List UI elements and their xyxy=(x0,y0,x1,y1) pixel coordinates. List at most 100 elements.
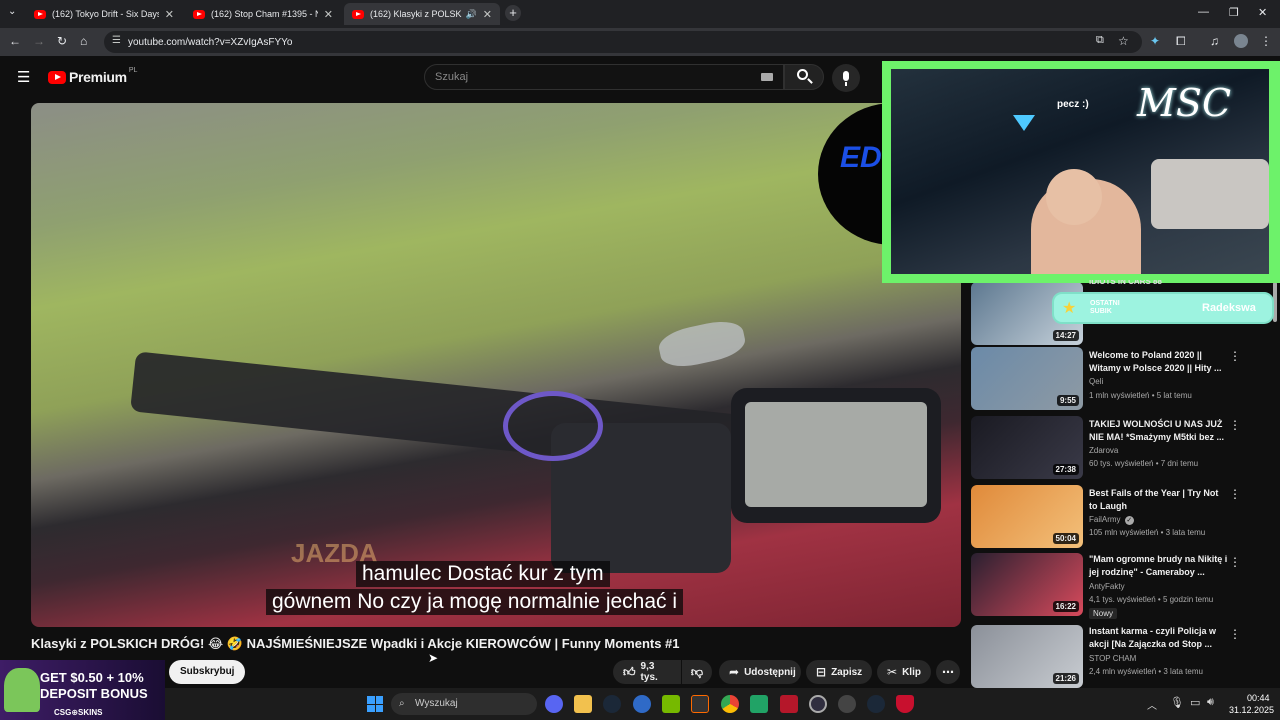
terminal-icon[interactable] xyxy=(691,695,709,713)
video-thumbnail[interactable]: 50:04 xyxy=(971,485,1083,548)
tab-klasyki[interactable]: (162) Klasyki z POLSKICH D 🔊 ✕ xyxy=(344,3,500,25)
subscribe-button[interactable]: Subskrybuj xyxy=(169,660,246,684)
dislike-button[interactable]: 👎︎ xyxy=(682,660,712,684)
channel-name[interactable]: STOP CHAM xyxy=(1089,654,1239,663)
video-player[interactable]: ED JAZ JAZDA hamulec Dostać kur z tym gó… xyxy=(31,103,961,627)
channel-name[interactable]: AntyFakty xyxy=(1089,582,1239,591)
channel-name[interactable]: Qeli xyxy=(1089,377,1239,386)
display-tray-icon[interactable]: ▭ xyxy=(1190,696,1200,709)
close-window-icon[interactable]: ✕ xyxy=(1258,6,1267,19)
duration-badge: 21:26 xyxy=(1052,673,1079,684)
discord-icon[interactable] xyxy=(545,695,563,713)
recommendation-item[interactable]: 16:22 "Mam ogromne brudy na Nikitę i jej… xyxy=(971,553,1271,619)
extensions-puzzle-icon[interactable]: ⧠ xyxy=(1176,34,1186,49)
suction-cup-shape xyxy=(503,391,603,461)
duration-badge: 16:22 xyxy=(1052,601,1079,612)
video-thumbnail[interactable]: 9:55 xyxy=(971,347,1083,410)
app-icon[interactable] xyxy=(633,695,651,713)
install-app-icon[interactable]: ⧉ xyxy=(1096,34,1104,47)
app-icon-2[interactable] xyxy=(838,695,856,713)
bookmark-star-icon[interactable]: ☆ xyxy=(1118,34,1129,48)
like-button[interactable]: 👍︎ 9,3 tys. xyxy=(613,660,681,684)
taskbar-search-placeholder: Wyszukaj xyxy=(415,698,458,709)
recommendation-item[interactable]: 9:55 Welcome to Poland 2020 || Witamy w … xyxy=(971,347,1271,411)
microphone-tray-icon[interactable]: 🎙︎ xyxy=(1170,696,1184,709)
profile-avatar[interactable] xyxy=(1234,34,1248,48)
close-tab-icon[interactable]: ✕ xyxy=(165,8,174,21)
more-options-icon[interactable]: ⋮ xyxy=(1229,418,1241,432)
video-meta: 1 mln wyświetleń • 5 lat temu xyxy=(1089,391,1192,400)
channel-name[interactable]: FailArmy ✓ xyxy=(1089,515,1239,525)
search-input[interactable]: Szukaj xyxy=(424,64,784,90)
back-icon[interactable]: ← xyxy=(9,34,21,48)
spreadsheet-icon[interactable] xyxy=(750,695,768,713)
recommendation-title[interactable]: Best Fails of the Year | Try Not to Laug… xyxy=(1089,487,1229,513)
tray-chevron-icon[interactable]: ︿ xyxy=(1147,697,1157,712)
forward-icon[interactable]: → xyxy=(33,34,45,48)
channel-name[interactable]: Zdarova xyxy=(1089,446,1239,455)
more-options-icon[interactable]: ⋮ xyxy=(1229,487,1241,501)
obs-icon[interactable] xyxy=(809,695,827,713)
clock-time[interactable]: 00:44 xyxy=(1247,693,1270,703)
more-options-icon[interactable]: ⋮ xyxy=(1229,555,1241,569)
media-control-icon[interactable]: ♫ xyxy=(1210,34,1219,48)
keyboard-icon[interactable] xyxy=(761,73,773,81)
lamp-shape xyxy=(1013,115,1035,131)
reload-icon[interactable]: ↻ xyxy=(57,34,67,48)
recommendation-title[interactable]: Welcome to Poland 2020 || Witamy w Polsc… xyxy=(1089,349,1229,375)
new-tab-icon[interactable]: + xyxy=(505,5,521,21)
clip-button[interactable]: ✂ Klip xyxy=(877,660,931,684)
video-thumbnail[interactable]: 21:26 xyxy=(971,625,1083,688)
search-button[interactable] xyxy=(784,64,824,90)
share-button[interactable]: ➦ Udostępnij xyxy=(719,660,801,684)
save-button[interactable]: ⊟ Zapisz xyxy=(806,660,872,684)
ad-banner[interactable]: GET $0.50 + 10% DEPOSIT BONUS CSG⊕SKINS xyxy=(0,660,165,720)
steam-icon-2[interactable] xyxy=(867,695,885,713)
hamburger-menu-icon[interactable]: ☰ xyxy=(17,68,30,86)
file-explorer-icon[interactable] xyxy=(574,695,592,713)
taskbar-search[interactable]: ⌕ Wyszukaj xyxy=(391,693,537,715)
close-tab-icon[interactable]: ✕ xyxy=(483,8,492,21)
address-bar[interactable]: ☰ youtube.com/watch?v=XZvIgAsFYYo ⧉ ☆ xyxy=(104,31,1142,53)
shield-icon[interactable] xyxy=(896,695,914,713)
voice-search-button[interactable] xyxy=(832,64,860,92)
steam-icon[interactable] xyxy=(603,695,621,713)
audio-playing-icon[interactable]: 🔊 xyxy=(466,9,477,20)
close-tab-icon[interactable]: ✕ xyxy=(324,8,333,21)
recommendation-item[interactable]: 50:04 Best Fails of the Year | Try Not t… xyxy=(971,485,1271,549)
video-thumbnail[interactable]: 27:38 xyxy=(971,416,1083,479)
recommendation-title[interactable]: "Mam ogromne brudy na Nikitę i jej rodzi… xyxy=(1089,553,1229,579)
more-options-icon[interactable]: ⋮ xyxy=(1229,627,1241,641)
extension-icon[interactable]: ✦ xyxy=(1150,34,1160,48)
nvidia-icon[interactable] xyxy=(662,695,680,713)
recommendation-title[interactable]: TAKIEJ WOLNOŚCI U NAS JUŻ NIE MA! *Smaży… xyxy=(1089,418,1229,444)
restore-icon[interactable]: ❐ xyxy=(1229,6,1239,19)
more-options-icon[interactable]: ⋮ xyxy=(1229,349,1241,363)
start-button[interactable] xyxy=(367,696,383,712)
volume-tray-icon[interactable]: 🔊︎ xyxy=(1207,696,1214,709)
clock-date[interactable]: 31.12.2025 xyxy=(1229,705,1274,715)
windows-logo-icon xyxy=(367,696,375,704)
video-editor-icon[interactable] xyxy=(780,695,798,713)
more-menu-icon[interactable]: ⋮ xyxy=(1260,34,1272,48)
site-info-icon[interactable]: ☰ xyxy=(112,35,121,46)
tab-stop-cham[interactable]: (162) Stop Cham #1395 - Niebe ✕ xyxy=(185,3,341,25)
ad-character-shape xyxy=(4,668,40,712)
recommendation-item[interactable]: 21:26 Instant karma - czyli Policja w ak… xyxy=(971,625,1271,689)
youtube-logo[interactable]: Premium PL xyxy=(48,67,137,85)
tab-tokyo-drift[interactable]: (162) Tokyo Drift - Six Days (4K ✕ xyxy=(26,3,182,25)
side-mirror-shape xyxy=(655,316,749,372)
recommendation-item[interactable]: 27:38 TAKIEJ WOLNOŚCI U NAS JUŻ NIE MA! … xyxy=(971,416,1271,480)
star-icon: ★ xyxy=(1062,300,1077,317)
video-thumbnail[interactable]: 16:22 xyxy=(971,553,1083,616)
chrome-icon[interactable] xyxy=(721,695,739,713)
streamer-head-shape xyxy=(1046,169,1102,225)
home-icon[interactable]: ⌂ xyxy=(80,34,87,48)
webcam-overlay: pecz :) MSC xyxy=(882,61,1280,283)
youtube-play-icon xyxy=(48,70,66,84)
minimize-icon[interactable]: — xyxy=(1198,6,1209,18)
more-actions-button[interactable]: ⋯ xyxy=(936,660,960,684)
recommendation-title[interactable]: Instant karma - czyli Policja w akcji [N… xyxy=(1089,625,1229,651)
ad-line-2: DEPOSIT BONUS xyxy=(40,686,148,701)
tab-list-icon[interactable]: ⌄ xyxy=(8,6,16,17)
